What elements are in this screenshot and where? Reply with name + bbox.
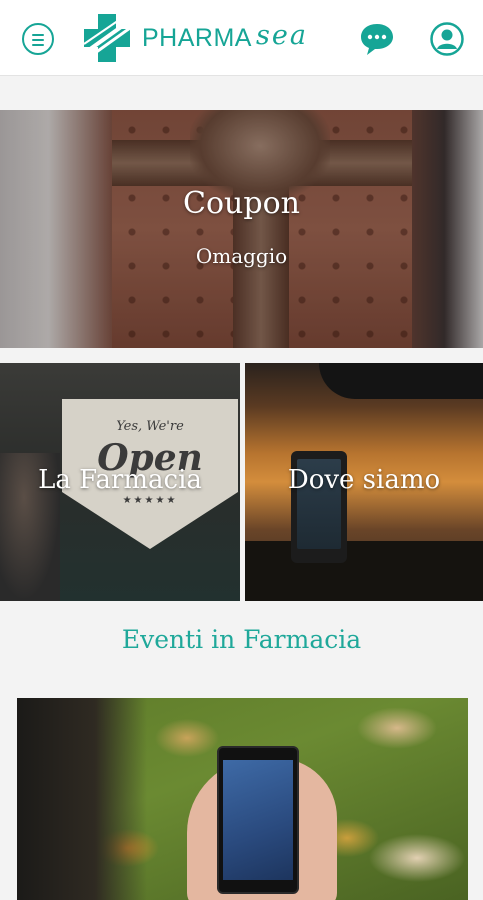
dove-siamo-tile[interactable]: Dove siamo [245,363,483,601]
sign-line-1: Yes, We're [116,419,184,434]
smartphone-image [217,746,299,894]
coupon-title: Coupon [183,186,300,221]
chat-bubble-icon[interactable] [359,21,395,57]
farmacia-tile[interactable]: Yes, We're Open ★★★★★ La Farmacia [0,363,240,601]
dove-siamo-title: Dove siamo [287,465,441,495]
farmacia-title: La Farmacia [38,465,202,495]
app-header: PHARMA sea [0,0,483,76]
brand-name-pharma: PHARMA [142,24,252,52]
user-icon[interactable] [430,22,464,56]
event-image[interactable] [17,698,468,900]
sign-stars: ★★★★★ [122,495,178,506]
pharmasea-cross-icon [83,14,131,62]
events-section-title: Eventi in Farmacia [121,625,362,654]
coupon-tile[interactable]: Coupon Omaggio [0,110,483,348]
brand-name-sea: sea [256,20,308,51]
coupon-subtitle: Omaggio [195,244,288,268]
brand-logo[interactable]: PHARMA sea [82,12,332,64]
menu-icon[interactable] [22,23,54,55]
